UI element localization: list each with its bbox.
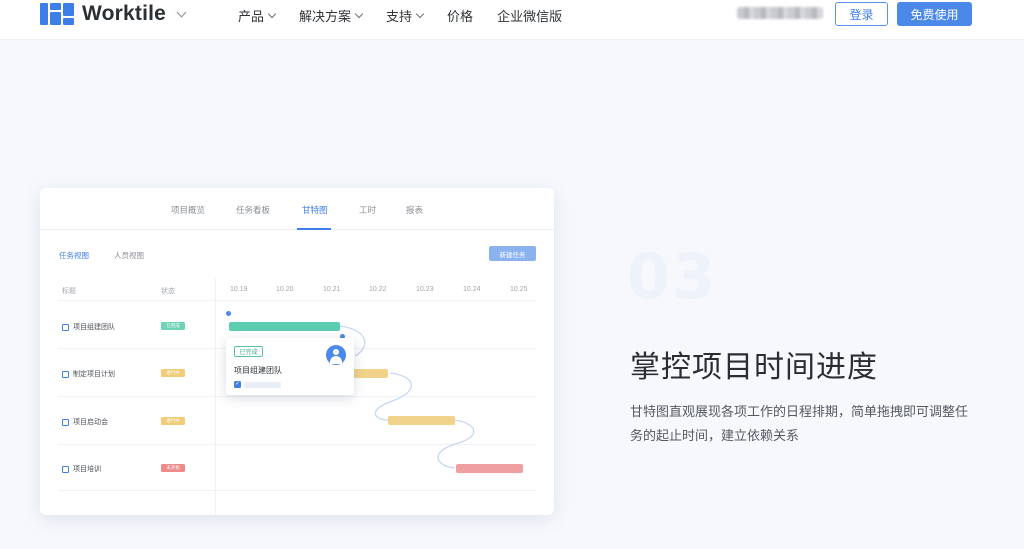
- feature-headline: 掌控项目时间进度: [630, 351, 878, 384]
- avatar[interactable]: [326, 345, 346, 365]
- menu-item-product[interactable]: 产品: [238, 6, 277, 25]
- gantt-bar[interactable]: [388, 416, 455, 425]
- menu-item-label: 支持: [386, 9, 413, 24]
- menu-item-label: 企业微信版: [497, 9, 563, 24]
- chevron-down-icon[interactable]: [176, 7, 187, 17]
- chevron-down-icon: [415, 9, 425, 18]
- placeholder-line: [244, 382, 281, 388]
- chevron-down-icon: [267, 9, 277, 18]
- logo-text: Worktile: [82, 2, 167, 25]
- gantt-bar[interactable]: [456, 464, 523, 473]
- section-number: 03: [627, 240, 718, 313]
- feature-description: 甘特图直观展现各项工作的日程排期，简单拖拽即可调整任务的起止时间，建立依赖关系: [630, 404, 969, 443]
- main-menu: 产品 解决方案 支持 价格 企业微信版: [238, 6, 586, 25]
- menu-item-label: 产品: [238, 9, 265, 24]
- task-detail-popup[interactable]: 已完成 项目组建团队 ✓: [226, 338, 354, 395]
- menu-item-label: 价格: [447, 9, 474, 24]
- blurred-phone-number: [737, 7, 823, 19]
- menu-item-pricing[interactable]: 价格: [447, 6, 473, 25]
- gantt-preview-card: 项目概览 任务看板 甘特图 工时 报表 任务视图 人员视图 新建任务 标题 状态…: [40, 188, 554, 515]
- menu-item-support[interactable]: 支持: [386, 6, 425, 25]
- gantt-bar[interactable]: [229, 322, 340, 331]
- worktile-logo-icon: [40, 3, 74, 25]
- drag-handle[interactable]: [226, 311, 231, 316]
- top-nav: Worktile 产品 解决方案 支持 价格 企业微信版 登录 免费使用: [0, 0, 1024, 40]
- chevron-down-icon: [354, 9, 364, 18]
- checkbox-checked-icon[interactable]: ✓: [234, 381, 241, 388]
- menu-item-solutions[interactable]: 解决方案: [299, 6, 364, 25]
- free-trial-button[interactable]: 免费使用: [897, 2, 972, 26]
- login-button[interactable]: 登录: [835, 2, 888, 26]
- popup-task-title: 项目组建团队: [234, 366, 282, 375]
- logo[interactable]: Worktile: [40, 2, 187, 26]
- status-badge: 已完成: [234, 346, 263, 357]
- menu-item-label: 解决方案: [299, 9, 352, 24]
- menu-item-wecom[interactable]: 企业微信版: [497, 6, 562, 25]
